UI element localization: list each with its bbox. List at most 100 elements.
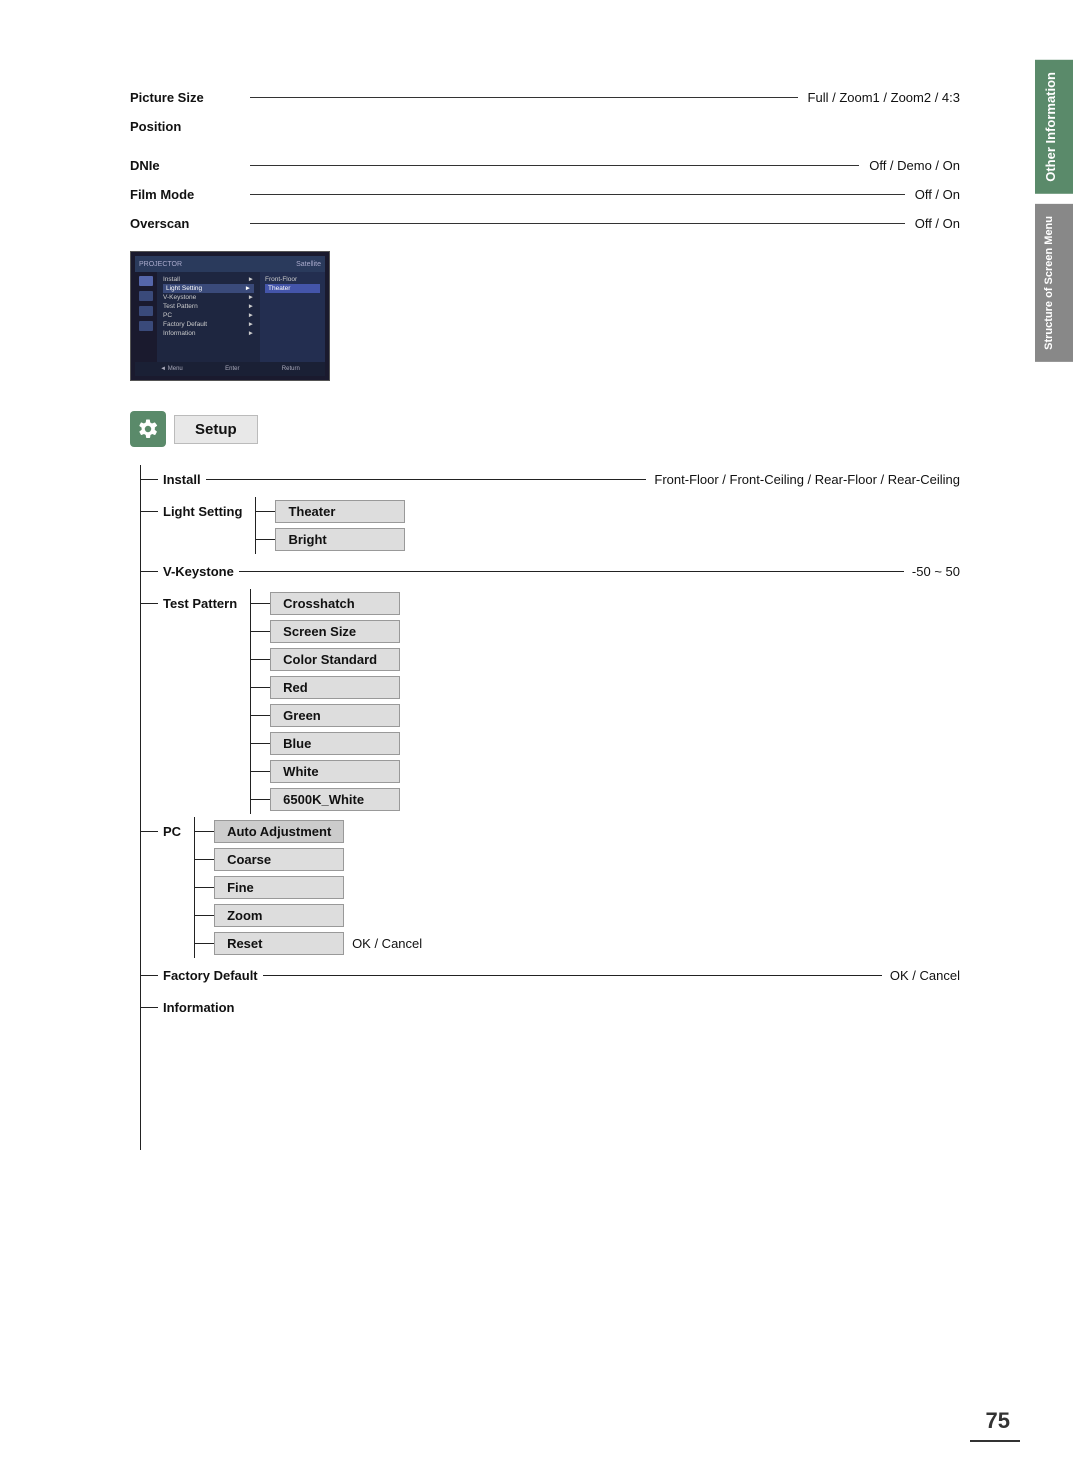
right-sidebar: Other Information Structure of Screen Me… xyxy=(1028,0,1080,1474)
auto-adj-dash xyxy=(194,831,214,832)
scr-sub-front-floor: Front-Floor xyxy=(265,275,320,284)
test-sub-container: Crosshatch Screen Size Color Standard xyxy=(250,589,400,813)
screenshot-box: PROJECTOR Satellite Install► Light Sett xyxy=(130,251,330,381)
screenshot-inner: PROJECTOR Satellite Install► Light Sett xyxy=(131,252,329,380)
white-box: White xyxy=(270,760,400,783)
top-section: Picture Size Full / Zoom1 / Zoom2 / 4:3 … xyxy=(130,90,960,231)
light-dash xyxy=(140,511,158,512)
zoom-box: Zoom xyxy=(214,904,344,927)
scr-menu-item-information: Information► xyxy=(163,329,254,338)
blue-box: Blue xyxy=(270,732,400,755)
reset-value: OK / Cancel xyxy=(344,936,422,951)
coarse-box: Coarse xyxy=(214,848,344,871)
factory-default-row: Factory Default OK / Cancel xyxy=(140,961,960,989)
picture-size-line xyxy=(250,97,798,98)
k-white-box: 6500K_White xyxy=(270,788,400,811)
film-mode-line xyxy=(250,194,905,195)
screenshot-container: PROJECTOR Satellite Install► Light Sett xyxy=(130,251,340,381)
film-mode-value: Off / On xyxy=(915,187,960,202)
crosshatch-dash xyxy=(250,603,270,604)
k-white-row: 6500K_White xyxy=(250,785,400,813)
pc-sub-container: Auto Adjustment Coarse Fine xyxy=(194,817,422,957)
vkeystone-hline xyxy=(239,571,904,572)
color-standard-box: Color Standard xyxy=(270,648,400,671)
film-mode-label: Film Mode xyxy=(130,187,240,202)
zoom-dash xyxy=(194,915,214,916)
gear-icon xyxy=(137,418,159,440)
install-row: Install Front-Floor / Front-Ceiling / Re… xyxy=(140,465,960,493)
scr-topbar-left: PROJECTOR xyxy=(139,261,182,268)
scr-menu-item-light: Light Setting► xyxy=(163,284,254,293)
scr-sub-theater: Theater xyxy=(265,284,320,293)
page-number-line xyxy=(970,1440,1020,1442)
dnie-label: DNIe xyxy=(130,158,240,173)
factory-dash xyxy=(140,975,158,976)
scr-icon-2 xyxy=(139,291,153,301)
information-dash xyxy=(140,1007,158,1008)
scr-menu-list: Install► Light Setting► V-Keystone► Test… xyxy=(157,272,260,362)
reset-dash xyxy=(194,943,214,944)
vkeystone-value: -50 ~ 50 xyxy=(904,564,960,579)
theater-row: Theater xyxy=(255,497,405,525)
menu-row-dnie: DNIe Off / Demo / On xyxy=(130,158,960,173)
scr-icon-3 xyxy=(139,306,153,316)
color-standard-dash xyxy=(250,659,270,660)
menu-row-picture-size: Picture Size Full / Zoom1 / Zoom2 / 4:3 xyxy=(130,90,960,105)
scr-btn-return: Return xyxy=(282,366,300,372)
light-setting-label: Light Setting xyxy=(158,497,247,526)
light-setting-block: Light Setting Theater xyxy=(140,497,960,553)
dnie-value: Off / Demo / On xyxy=(869,158,960,173)
green-dash xyxy=(250,715,270,716)
scr-menu-item-factorydefault: Factory Default► xyxy=(163,320,254,329)
picture-size-value: Full / Zoom1 / Zoom2 / 4:3 xyxy=(808,90,960,105)
auto-adj-box: Auto Adjustment xyxy=(214,820,344,843)
reset-row: Reset OK / Cancel xyxy=(194,929,422,957)
pc-dash xyxy=(140,831,158,832)
scr-btn-enter: Enter xyxy=(225,366,239,372)
white-dash xyxy=(250,771,270,772)
tree-root: Install Front-Floor / Front-Ceiling / Re… xyxy=(140,465,960,1021)
menu-row-overscan: Overscan Off / On xyxy=(130,216,960,231)
coarse-dash xyxy=(194,859,214,860)
color-standard-row: Color Standard xyxy=(250,645,400,673)
screen-size-dash xyxy=(250,631,270,632)
factory-hline xyxy=(263,975,882,976)
bright-dash xyxy=(255,539,275,540)
blue-row: Blue xyxy=(250,729,400,757)
install-value: Front-Floor / Front-Ceiling / Rear-Floor… xyxy=(646,472,960,487)
crosshatch-box: Crosshatch xyxy=(270,592,400,615)
fine-dash xyxy=(194,887,214,888)
install-dash xyxy=(140,479,158,480)
vkeystone-dash xyxy=(140,571,158,572)
scr-menu-item-testpattern: Test Pattern► xyxy=(163,302,254,311)
menu-row-film-mode: Film Mode Off / On xyxy=(130,187,960,202)
sidebar-structure-label: Structure of Screen Menu xyxy=(1035,204,1073,362)
menu-row-position: Position xyxy=(130,119,960,134)
red-dash xyxy=(250,687,270,688)
test-pattern-label: Test Pattern xyxy=(158,589,242,618)
overscan-line xyxy=(250,223,905,224)
information-row: Information xyxy=(140,993,960,1021)
scr-bottombar: ◄ Menu Enter Return xyxy=(135,362,325,376)
reset-box: Reset xyxy=(214,932,344,955)
install-label: Install xyxy=(158,472,206,487)
setup-icon xyxy=(130,411,166,447)
setup-title-box: Setup xyxy=(174,415,258,444)
fine-box: Fine xyxy=(214,876,344,899)
install-hline xyxy=(206,479,647,480)
red-row: Red xyxy=(250,673,400,701)
test-dash xyxy=(140,603,158,604)
factory-default-label: Factory Default xyxy=(158,968,263,983)
scr-menu-item-install: Install► xyxy=(163,275,254,284)
page-container: Other Information Structure of Screen Me… xyxy=(0,0,1080,1474)
blue-dash xyxy=(250,743,270,744)
dnie-line xyxy=(250,165,859,166)
scr-btn-menu: ◄ Menu xyxy=(160,366,183,372)
vkeystone-row: V-Keystone -50 ~ 50 xyxy=(140,557,960,585)
light-sub-container: Theater Bright xyxy=(255,497,405,553)
scr-icon-1 xyxy=(139,276,153,286)
scr-icon-4 xyxy=(139,321,153,331)
light-hline xyxy=(255,511,275,512)
information-label: Information xyxy=(158,1000,240,1015)
scr-body: Install► Light Setting► V-Keystone► Test… xyxy=(135,272,325,362)
